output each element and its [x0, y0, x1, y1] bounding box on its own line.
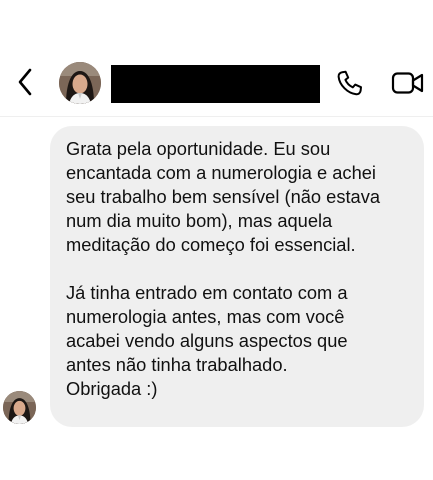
call-button[interactable] [333, 68, 367, 102]
video-camera-icon [391, 70, 425, 101]
message-bubble[interactable]: Grata pela oportunidade. Eu sou encantad… [50, 126, 424, 427]
message-paragraph-2: Já tinha entrado em contato com a numero… [66, 282, 348, 399]
back-button[interactable] [10, 66, 40, 102]
profile-photo-icon [59, 62, 101, 104]
contact-avatar[interactable] [59, 62, 101, 104]
message-paragraph-1: Grata pela oportunidade. Eu sou encantad… [66, 138, 381, 255]
chevron-left-icon [17, 68, 33, 101]
sender-avatar[interactable] [3, 391, 36, 424]
contact-name-redacted [111, 65, 320, 103]
phone-icon [336, 69, 364, 102]
profile-photo-icon [3, 391, 36, 424]
chat-header [0, 52, 433, 117]
chat-screen: Grata pela oportunidade. Eu sou encantad… [0, 0, 433, 480]
video-call-button[interactable] [389, 68, 427, 102]
